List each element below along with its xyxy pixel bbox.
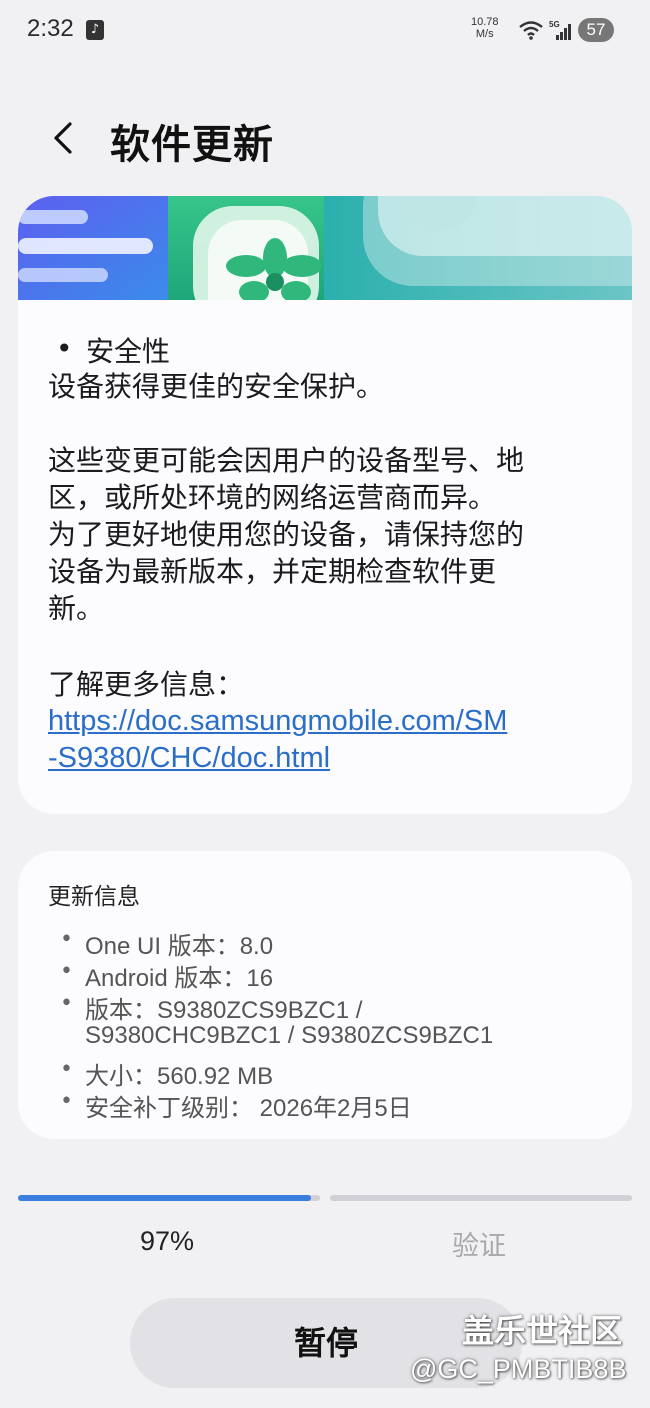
release-notes-link[interactable]: https://doc.samsungmobile.com/SM bbox=[48, 703, 507, 740]
more-info-label: 了解更多信息： bbox=[48, 668, 245, 701]
network-speed-value: 10.78 bbox=[471, 16, 499, 28]
build-version: 版本：S9380ZCS9BZC1 / bbox=[85, 997, 363, 1024]
release-notes-link[interactable]: -S9380/CHC/doc.html bbox=[48, 740, 330, 777]
one-ui-version: One UI 版本：8.0 bbox=[85, 933, 274, 960]
download-progress-fill bbox=[18, 1195, 311, 1201]
chevron-left-icon[interactable] bbox=[46, 118, 86, 158]
status-bar: 2:32 ♪ 10.78 M/s 5G 57 bbox=[0, 0, 650, 60]
update-info-title: 更新信息 bbox=[48, 884, 140, 910]
tiktok-icon: ♪ bbox=[86, 20, 104, 40]
network-speed-unit: M/s bbox=[475, 28, 494, 40]
info-bullet: • bbox=[60, 927, 73, 952]
download-percent: 97% bbox=[140, 1226, 195, 1256]
security-title: 安全性 bbox=[86, 335, 171, 368]
notice-line: 新。 bbox=[48, 592, 105, 625]
notice-line: 为了更好地使用您的设备，请保持您的 bbox=[48, 518, 525, 551]
security-description: 设备获得更佳的安全保护。 bbox=[48, 370, 385, 403]
notice-line: 区，或所处环境的网络运营商而异。 bbox=[48, 481, 497, 514]
notice-line: 这些变更可能会因用户的设备型号、地 bbox=[48, 444, 525, 477]
update-banner-image bbox=[18, 196, 632, 300]
notice-line: 设备为最新版本，并定期检查软件更 bbox=[48, 555, 497, 588]
signal-5g-icon: 5G bbox=[549, 20, 571, 40]
verify-progress-track bbox=[330, 1195, 632, 1201]
info-bullet: • bbox=[60, 1089, 73, 1114]
info-bullet: • bbox=[60, 991, 73, 1016]
update-size: 大小：560.92 MB bbox=[85, 1063, 274, 1090]
svg-text:5G: 5G bbox=[549, 20, 560, 29]
android-version: Android 版本：16 bbox=[85, 965, 274, 992]
info-bullet: • bbox=[60, 959, 73, 984]
build-version-cont: S9380CHC9BZC1 / S9380ZCS9BZC1 bbox=[85, 1022, 494, 1049]
page-title: 软件更新 bbox=[110, 122, 274, 168]
network-speed: 10.78 M/s bbox=[471, 16, 499, 40]
watermark-user: @GC_PMBTIB8B bbox=[410, 1354, 627, 1384]
status-time: 2:32 bbox=[27, 15, 74, 42]
battery-icon: 57 bbox=[578, 18, 614, 42]
security-bullet: • bbox=[56, 332, 73, 365]
info-bullet: • bbox=[60, 1057, 73, 1082]
wifi-icon bbox=[519, 21, 543, 40]
verify-step-label: 验证 bbox=[452, 1231, 506, 1262]
watermark-community: 盖乐世社区 bbox=[462, 1312, 623, 1350]
security-patch-level: 安全补丁级别： 2026年2月5日 bbox=[85, 1095, 412, 1122]
